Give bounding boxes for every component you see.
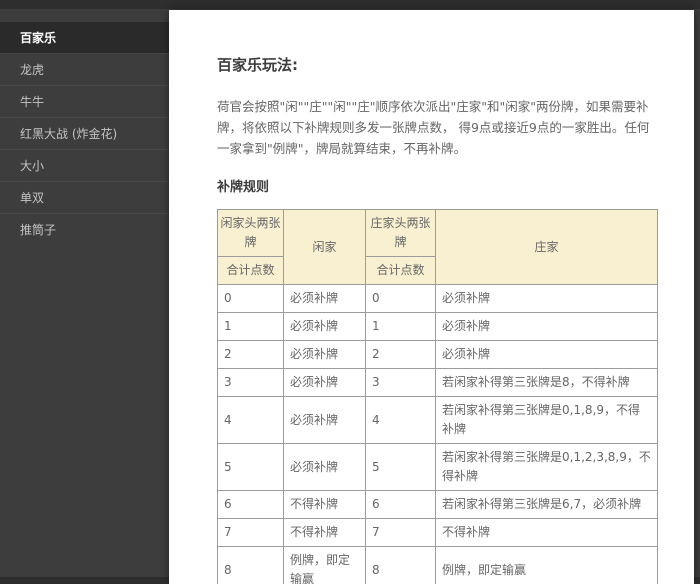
cell-banker-points: 4 <box>366 397 436 444</box>
table-row: 1必须补牌1必须补牌 <box>218 313 658 341</box>
cell-banker-rule: 必须补牌 <box>436 285 658 313</box>
table-row: 0必须补牌0必须补牌 <box>218 285 658 313</box>
rules-table-header: 闲家头两张牌 闲家 庄家头两张牌 庄家 合计点数 合计点数 <box>218 210 658 285</box>
table-row: 4必须补牌4若闲家补得第三张牌是0,1,8,9，不得补牌 <box>218 397 658 444</box>
cell-banker-rule: 若闲家补得第三张牌是6,7，必须补牌 <box>436 491 658 519</box>
cell-player-points: 6 <box>218 491 284 519</box>
content-panel: 百家乐玩法: 荷官会按照"闲""庄""闲""庄"顺序依次派出"庄家"和"闲家"两… <box>169 10 694 584</box>
cell-banker-rule: 不得补牌 <box>436 519 658 547</box>
cell-player-points: 7 <box>218 519 284 547</box>
cell-player-rule: 必须补牌 <box>284 341 366 369</box>
table-row: 6不得补牌6若闲家补得第三张牌是6,7，必须补牌 <box>218 491 658 519</box>
cell-player-points: 4 <box>218 397 284 444</box>
cell-player-rule: 不得补牌 <box>284 491 366 519</box>
top-bar <box>0 0 700 9</box>
sidebar-item-dragon-tiger[interactable]: 龙虎 <box>0 54 169 86</box>
table-row: 2必须补牌2必须补牌 <box>218 341 658 369</box>
cell-banker-rule: 若闲家补得第三张牌是8，不得补牌 <box>436 369 658 397</box>
cell-banker-points: 0 <box>366 285 436 313</box>
cell-banker-rule: 必须补牌 <box>436 341 658 369</box>
cell-player-rule: 例牌，即定输赢 <box>284 547 366 584</box>
cell-banker-points: 5 <box>366 444 436 491</box>
cell-player-points: 3 <box>218 369 284 397</box>
table-row: 5必须补牌5若闲家补得第三张牌是0,1,2,3,8,9，不得补牌 <box>218 444 658 491</box>
cell-banker-rule: 例牌，即定输赢 <box>436 547 658 584</box>
draw-rules-table: 闲家头两张牌 闲家 庄家头两张牌 庄家 合计点数 合计点数 0必须补牌0必须补牌… <box>217 209 658 584</box>
sidebar-item-tuitongzi[interactable]: 推筒子 <box>0 214 169 246</box>
table-row: 7不得补牌7不得补牌 <box>218 519 658 547</box>
cell-player-points: 8 <box>218 547 284 584</box>
header-banker-total-points: 合计点数 <box>366 257 436 285</box>
cell-player-rule: 必须补牌 <box>284 313 366 341</box>
header-banker-first-two-cards: 庄家头两张牌 <box>366 210 436 257</box>
cell-player-rule: 必须补牌 <box>284 285 366 313</box>
cell-player-points: 5 <box>218 444 284 491</box>
game-sidebar: 百家乐 龙虎 牛牛 红黑大战 (炸金花) 大小 单双 推筒子 <box>0 22 169 246</box>
game-rules-page: { "sidebar": { "items": [ { "label": "百家… <box>0 0 700 584</box>
sidebar-item-odd-even[interactable]: 单双 <box>0 182 169 214</box>
cell-banker-points: 1 <box>366 313 436 341</box>
cell-player-points: 1 <box>218 313 284 341</box>
cell-banker-points: 7 <box>366 519 436 547</box>
cell-player-rule: 必须补牌 <box>284 369 366 397</box>
sidebar-item-niuniu[interactable]: 牛牛 <box>0 86 169 118</box>
cell-player-points: 0 <box>218 285 284 313</box>
cell-banker-points: 6 <box>366 491 436 519</box>
table-row: 8例牌，即定输赢8例牌，即定输赢 <box>218 547 658 584</box>
sidebar-item-big-small[interactable]: 大小 <box>0 150 169 182</box>
cell-player-rule: 不得补牌 <box>284 519 366 547</box>
rules-intro-paragraph: 荷官会按照"闲""庄""闲""庄"顺序依次派出"庄家"和"闲家"两份牌，如果需要… <box>217 96 661 159</box>
header-banker: 庄家 <box>436 210 658 285</box>
header-player-total-points: 合计点数 <box>218 257 284 285</box>
cell-banker-points: 2 <box>366 341 436 369</box>
header-player: 闲家 <box>284 210 366 285</box>
page-title: 百家乐玩法: <box>217 54 666 75</box>
cell-banker-rule: 必须补牌 <box>436 313 658 341</box>
sidebar-item-baccarat[interactable]: 百家乐 <box>0 22 169 54</box>
cell-banker-rule: 若闲家补得第三张牌是0,1,8,9，不得补牌 <box>436 397 658 444</box>
cell-player-rule: 必须补牌 <box>284 397 366 444</box>
cell-banker-points: 8 <box>366 547 436 584</box>
sidebar-item-red-black-war[interactable]: 红黑大战 (炸金花) <box>0 118 169 150</box>
cell-banker-rule: 若闲家补得第三张牌是0,1,2,3,8,9，不得补牌 <box>436 444 658 491</box>
table-row: 3必须补牌3若闲家补得第三张牌是8，不得补牌 <box>218 369 658 397</box>
section-subtitle: 补牌规则 <box>217 176 666 195</box>
header-player-first-two-cards: 闲家头两张牌 <box>218 210 284 257</box>
cell-banker-points: 3 <box>366 369 436 397</box>
cell-player-points: 2 <box>218 341 284 369</box>
cell-player-rule: 必须补牌 <box>284 444 366 491</box>
rules-table-body: 0必须补牌0必须补牌1必须补牌1必须补牌2必须补牌2必须补牌3必须补牌3若闲家补… <box>218 285 658 584</box>
